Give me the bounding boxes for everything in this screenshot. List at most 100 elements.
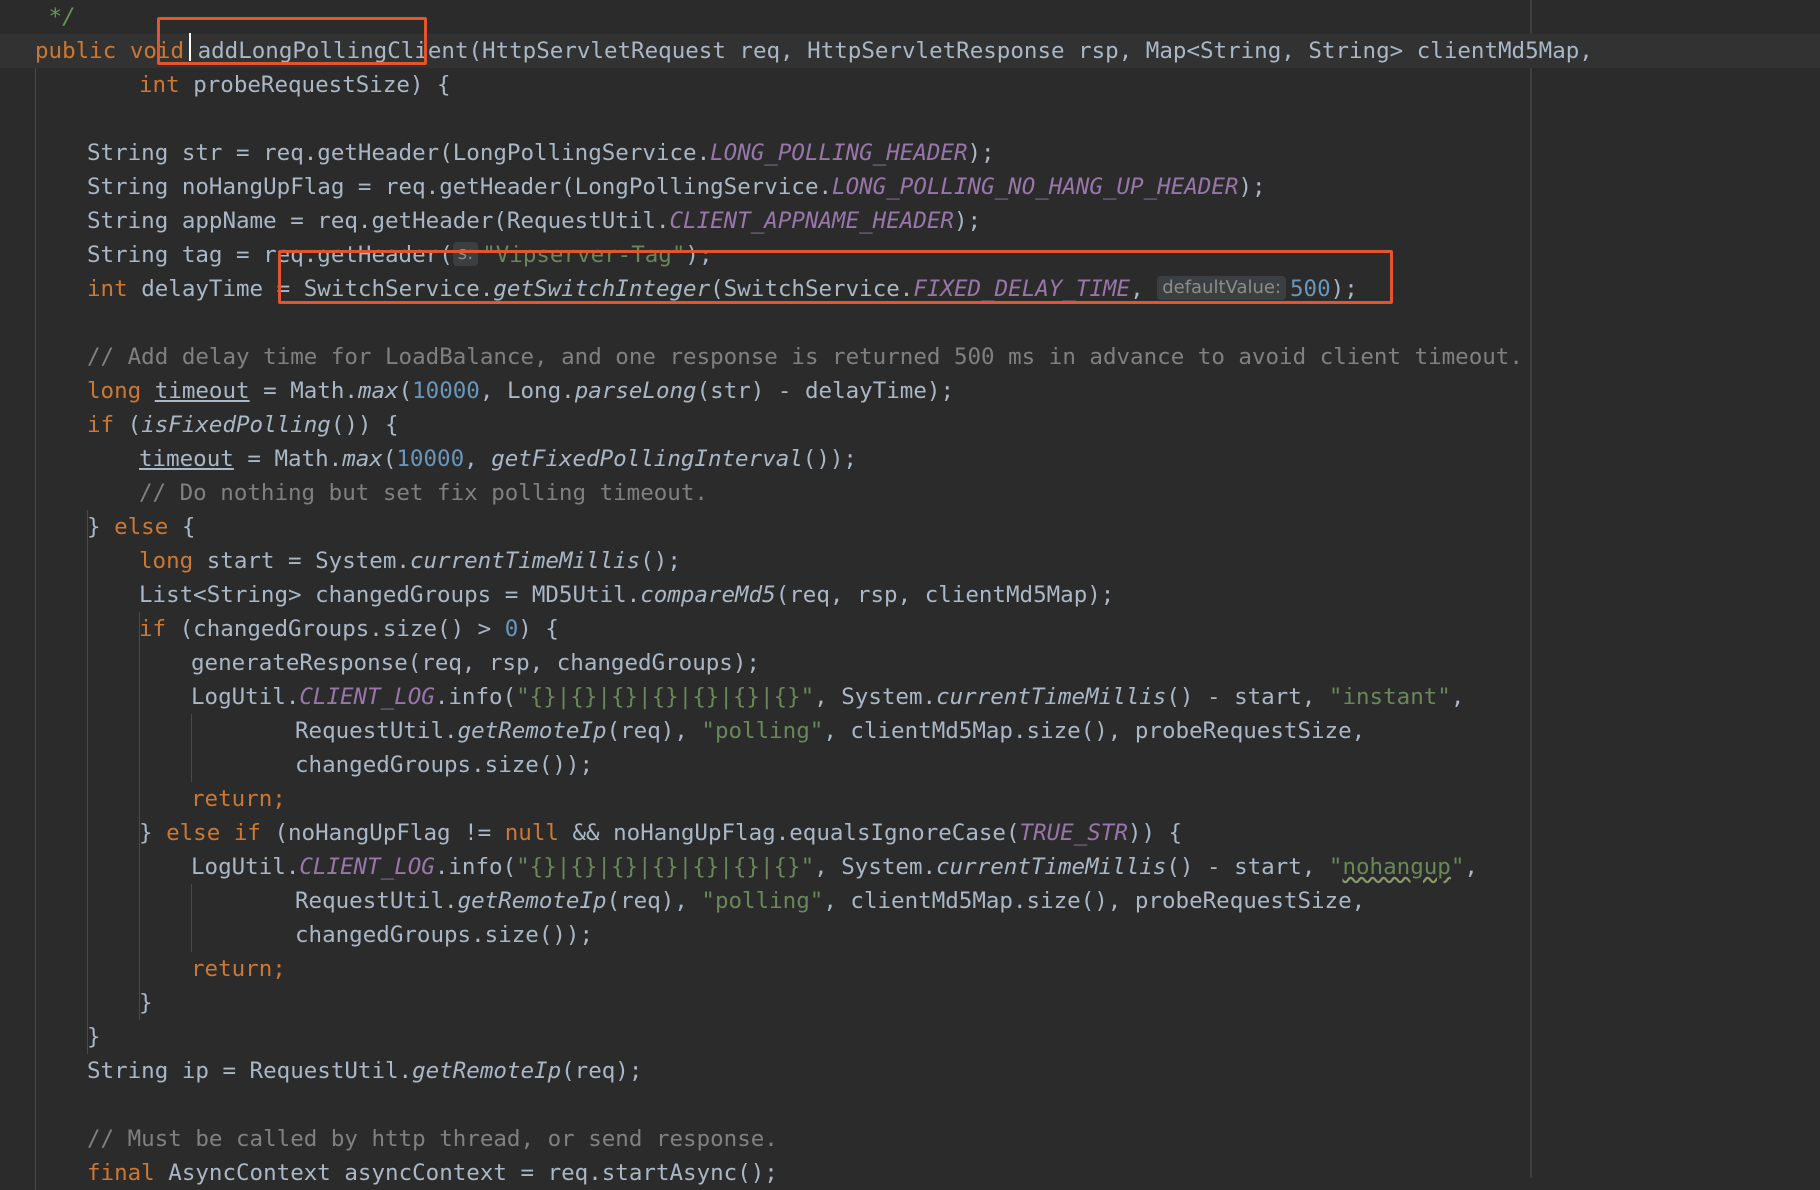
code-line[interactable]: LogUtil.CLIENT_LOG.info("{}|{}|{}|{}|{}|… xyxy=(0,850,1820,884)
code-line-text: */ xyxy=(35,0,76,34)
code-token: , xyxy=(1450,684,1465,710)
code-line[interactable] xyxy=(0,306,1820,340)
code-token: getRemoteIp xyxy=(457,888,607,914)
code-token: final xyxy=(87,1160,169,1186)
code-token: , System. xyxy=(814,854,937,880)
code-token: && noHangUpFlag.equalsIgnoreCase( xyxy=(572,820,1020,846)
code-token: public xyxy=(35,38,130,64)
code-line[interactable]: // Do nothing but set fix polling timeou… xyxy=(0,476,1820,510)
code-token: } xyxy=(87,1024,101,1050)
code-token: else xyxy=(114,514,182,540)
code-token: (req); xyxy=(561,1058,643,1084)
code-line-text: LogUtil.CLIENT_LOG.info("{}|{}|{}|{}|{}|… xyxy=(191,850,1478,884)
code-token: = Math. xyxy=(249,378,358,404)
code-line[interactable] xyxy=(0,102,1820,136)
code-token: } xyxy=(139,820,167,846)
code-line[interactable]: } else if (noHangUpFlag != null && noHan… xyxy=(0,816,1820,850)
code-token: ); xyxy=(1238,174,1266,200)
code-line[interactable]: if (changedGroups.size() > 0) { xyxy=(0,612,1820,646)
code-token: (req), xyxy=(606,888,702,914)
code-line-text: LogUtil.CLIENT_LOG.info("{}|{}|{}|{}|{}|… xyxy=(191,680,1464,714)
code-token: (changedGroups.size() > xyxy=(179,616,505,642)
code-line-text: changedGroups.size()); xyxy=(295,748,593,782)
indent-guide xyxy=(139,612,140,1020)
code-token: )) { xyxy=(1127,820,1183,846)
code-line[interactable]: String ip = RequestUtil.getRemoteIp(req)… xyxy=(0,1054,1820,1088)
code-line[interactable]: return; xyxy=(0,952,1820,986)
code-token: probeRequestSize) { xyxy=(193,72,451,98)
code-line[interactable]: generateResponse(req, rsp, changedGroups… xyxy=(0,646,1820,680)
code-token: "{}|{}|{}|{}|{}|{}|{}" xyxy=(516,684,815,710)
code-line-text: // Do nothing but set fix polling timeou… xyxy=(139,476,708,510)
code-line-text: } else { xyxy=(87,510,195,544)
code-line-text: String noHangUpFlag = req.getHeader(Long… xyxy=(87,170,1266,204)
code-line[interactable]: List<String> changedGroups = MD5Util.com… xyxy=(0,578,1820,612)
code-line-text: String ip = RequestUtil.getRemoteIp(req)… xyxy=(87,1054,642,1088)
code-token: String ip = RequestUtil. xyxy=(87,1058,413,1084)
code-token: " xyxy=(1328,854,1343,880)
code-token: , Long. xyxy=(479,378,575,404)
code-line[interactable]: } xyxy=(0,1020,1820,1054)
code-token: CLIENT_APPNAME_HEADER xyxy=(669,208,954,234)
code-token: ; xyxy=(272,956,286,982)
code-token: changedGroups.size()); xyxy=(295,752,594,778)
code-token: (str) - delayTime); xyxy=(696,378,954,404)
code-line-text: // Must be called by http thread, or sen… xyxy=(87,1122,778,1156)
code-token: .info( xyxy=(434,684,517,710)
code-line[interactable]: } else { xyxy=(0,510,1820,544)
code-token: String str = req.getHeader(LongPollingSe… xyxy=(87,140,711,166)
code-line[interactable]: LogUtil.CLIENT_LOG.info("{}|{}|{}|{}|{}|… xyxy=(0,680,1820,714)
code-line-text: String appName = req.getHeader(RequestUt… xyxy=(87,204,981,238)
code-line[interactable]: // Add delay time for LoadBalance, and o… xyxy=(0,340,1820,374)
code-token: LogUtil. xyxy=(191,684,300,710)
code-line[interactable]: // Must be called by http thread, or sen… xyxy=(0,1122,1820,1156)
code-line[interactable]: changedGroups.size()); xyxy=(0,748,1820,782)
code-token: List<String> changedGroups = MD5Util. xyxy=(139,582,641,608)
code-token: int xyxy=(139,72,194,98)
code-line-text: } else if (noHangUpFlag != null && noHan… xyxy=(139,816,1182,850)
code-token: parseLong xyxy=(574,378,697,404)
code-token: // Must be called by http thread, or sen… xyxy=(87,1126,778,1152)
code-token: () - start, xyxy=(1166,854,1329,880)
code-token: .info( xyxy=(434,854,517,880)
code-line[interactable]: int probeRequestSize) { xyxy=(0,68,1820,102)
code-token: , xyxy=(1464,854,1478,880)
code-token: , System. xyxy=(814,684,937,710)
code-line[interactable]: changedGroups.size()); xyxy=(0,918,1820,952)
code-line[interactable]: String str = req.getHeader(LongPollingSe… xyxy=(0,136,1820,170)
code-token: ()); xyxy=(802,446,857,472)
code-line-text: changedGroups.size()); xyxy=(295,918,593,952)
code-token: LONG_POLLING_NO_HANG_UP_HEADER xyxy=(832,174,1239,200)
code-line[interactable]: long timeout = Math.max(10000, Long.pars… xyxy=(0,374,1820,408)
code-token: "{}|{}|{}|{}|{}|{}|{}" xyxy=(516,854,815,880)
code-token: timeout xyxy=(139,446,234,472)
code-line[interactable]: final AsyncContext asyncContext = req.st… xyxy=(0,1156,1820,1190)
code-editor[interactable]: */public void addLongPollingClient(HttpS… xyxy=(0,0,1820,1190)
code-line-text: String str = req.getHeader(LongPollingSe… xyxy=(87,136,995,170)
code-line[interactable]: long start = System.currentTimeMillis(); xyxy=(0,544,1820,578)
code-line[interactable]: String noHangUpFlag = req.getHeader(Long… xyxy=(0,170,1820,204)
code-token: getRemoteIp xyxy=(457,718,607,744)
code-line[interactable]: RequestUtil.getRemoteIp(req), "polling",… xyxy=(0,714,1820,748)
code-token: 10000 xyxy=(412,378,480,404)
code-token: ( xyxy=(382,446,397,472)
code-token: LogUtil. xyxy=(191,854,300,880)
code-line[interactable] xyxy=(0,1088,1820,1122)
code-line[interactable]: timeout = Math.max(10000, getFixedPollin… xyxy=(0,442,1820,476)
code-token: LONG_POLLING_HEADER xyxy=(710,140,968,166)
switch-call-highlight-box xyxy=(278,250,1393,304)
code-token: long xyxy=(139,548,207,574)
code-line-text: return; xyxy=(191,952,286,986)
code-token: 0 xyxy=(504,616,519,642)
code-token: { xyxy=(181,514,196,540)
code-token: compareMd5 xyxy=(640,582,776,608)
code-line[interactable]: String appName = req.getHeader(RequestUt… xyxy=(0,204,1820,238)
code-line[interactable]: RequestUtil.getRemoteIp(req), "polling",… xyxy=(0,884,1820,918)
code-line[interactable]: } xyxy=(0,986,1820,1020)
code-line[interactable]: return; xyxy=(0,782,1820,816)
code-token: max xyxy=(342,446,383,472)
code-token: // Add delay time for LoadBalance, and o… xyxy=(87,344,1523,370)
code-token: (noHangUpFlag != xyxy=(274,820,505,846)
indent-guide xyxy=(35,68,36,1190)
code-line[interactable]: if (isFixedPolling()) { xyxy=(0,408,1820,442)
